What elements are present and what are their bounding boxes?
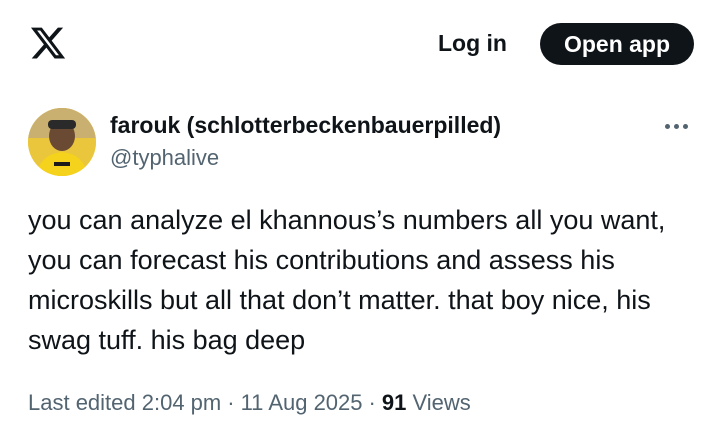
views-count: 91: [381, 390, 407, 415]
avatar[interactable]: [28, 108, 96, 176]
meta-separator: ·: [227, 390, 235, 415]
meta-separator: ·: [368, 390, 376, 415]
tweet-date[interactable]: 11 Aug 2025: [241, 390, 363, 415]
more-dot: [673, 123, 679, 129]
x-logo-icon[interactable]: [28, 24, 68, 62]
login-link[interactable]: Log in: [438, 30, 507, 57]
tweet-text: you can analyze el khannous’s numbers al…: [28, 205, 666, 355]
tweet-meta: Last edited 2:04 pm · 11 Aug 2025 · 91 Views: [28, 390, 471, 416]
open-app-button[interactable]: Open app: [540, 23, 694, 65]
user-handle[interactable]: @typhalive: [110, 145, 219, 171]
display-name[interactable]: farouk (schlotterbeckenbauerpilled): [110, 112, 501, 139]
edited-timestamp[interactable]: Last edited 2:04 pm: [28, 390, 221, 415]
more-options-icon[interactable]: [660, 112, 692, 140]
more-dot: [664, 123, 670, 129]
views-label: Views: [412, 390, 471, 415]
avatar-image: [28, 108, 96, 176]
more-dot: [682, 123, 688, 129]
top-bar: Log in Open app: [0, 0, 720, 88]
